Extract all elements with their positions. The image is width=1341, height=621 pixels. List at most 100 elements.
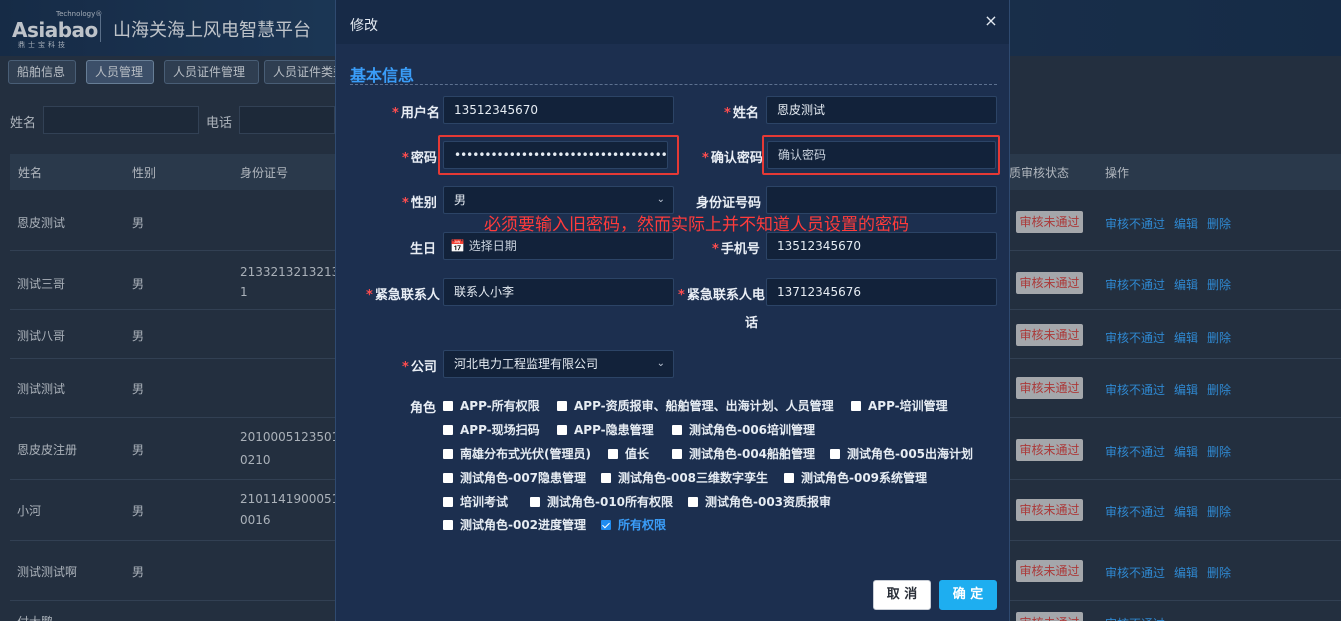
checkbox-box (443, 497, 453, 507)
role-checkbox[interactable]: 培训考试 (443, 493, 508, 510)
modal-header: 修改 × (336, 0, 1009, 44)
role-checkbox[interactable]: 测试角色-008三维数字孪生 (601, 469, 768, 486)
role-checkbox[interactable]: 测试角色-003资质报审 (688, 493, 831, 510)
confirm-password-highlight-box (762, 135, 1000, 175)
company-value: 河北电力工程监理有限公司 (454, 357, 599, 371)
role-checkbox[interactable]: 测试角色-006培训管理 (672, 421, 815, 438)
role-checkbox[interactable]: APP-培训管理 (851, 397, 948, 414)
modal-title: 修改 (350, 18, 378, 34)
company-label-text: 公司 (410, 360, 437, 375)
role-label: APP-现场扫码 (460, 423, 540, 437)
username-input[interactable]: 13512345670 (443, 96, 674, 124)
role-checkbox[interactable]: APP-隐患管理 (557, 421, 654, 438)
birthday-picker[interactable]: 📅 选择日期 (443, 232, 674, 260)
name-input[interactable]: 恩皮测试 (766, 96, 997, 124)
role-label: 测试角色-005出海计划 (847, 447, 974, 461)
emergency-phone-label: * 紧急联系人电 (678, 284, 765, 303)
calendar-icon: 📅 (450, 239, 465, 253)
company-label: * 公司 (402, 356, 437, 375)
password-label: * 密码 (402, 147, 437, 166)
checkbox-box (608, 449, 618, 459)
role-label: APP-所有权限 (460, 399, 540, 413)
role-label: 测试角色-007隐患管理 (460, 471, 587, 485)
required-mark: * (402, 360, 409, 375)
checkbox-box (688, 497, 698, 507)
emergency-contact-label-text: 紧急联系人 (374, 288, 440, 303)
checkbox-box (443, 425, 453, 435)
required-mark: * (402, 196, 409, 211)
confirm-password-label: * 确认密码 (702, 147, 763, 166)
edit-modal: 修改 × 基本信息 * 用户名 13512345670 * 姓名 恩皮测试 * 密码 … (335, 0, 1010, 621)
role-checkbox[interactable]: 测试角色-004船舶管理 (672, 445, 815, 462)
checkbox-box (557, 425, 567, 435)
password-label-text: 密码 (410, 151, 437, 166)
phone-label: * 手机号 (712, 238, 760, 257)
role-label: 培训考试 (460, 495, 509, 509)
close-icon[interactable]: × (982, 12, 1000, 30)
role-checkbox[interactable]: 值长 (608, 445, 649, 462)
checkbox-box (672, 449, 682, 459)
required-mark: * (392, 106, 399, 121)
phone-input[interactable]: 13512345670 (766, 232, 997, 260)
role-checkbox[interactable]: 测试角色-009系统管理 (784, 469, 927, 486)
emergency-phone-label-line2: 话 (745, 316, 759, 331)
checkbox-box (443, 520, 453, 530)
role-label: APP-资质报审、船舶管理、出海计划、人员管理 (574, 399, 834, 413)
role-checkbox[interactable]: 测试角色-010所有权限 (530, 493, 673, 510)
checkbox-box (784, 473, 794, 483)
company-select[interactable]: 河北电力工程监理有限公司 ⌄ (443, 350, 674, 378)
role-label: 测试角色-003资质报审 (705, 495, 832, 509)
birthday-placeholder: 选择日期 (468, 239, 517, 253)
required-mark: * (724, 106, 731, 121)
role-label: APP-隐患管理 (574, 423, 654, 437)
section-title: 基本信息 (350, 66, 415, 85)
role-label: APP-培训管理 (868, 399, 948, 413)
required-mark: * (702, 151, 709, 166)
role-checkbox[interactable]: 南雄分布式光伏(管理员) (443, 445, 591, 462)
section-divider (350, 84, 997, 85)
role-label: 所有权限 (618, 518, 667, 532)
role-label: 测试角色-008三维数字孪生 (618, 471, 769, 485)
checkbox-box (601, 473, 611, 483)
cancel-button[interactable]: 取 消 (873, 580, 931, 610)
checkbox-box (443, 473, 453, 483)
required-mark: * (678, 288, 685, 303)
role-label: 测试角色-010所有权限 (547, 495, 674, 509)
role-checkbox[interactable]: APP-所有权限 (443, 397, 540, 414)
password-highlight-box (438, 135, 679, 175)
username-label-text: 用户名 (400, 106, 440, 121)
role-label: 南雄分布式光伏(管理员) (460, 447, 591, 461)
name-label-text: 姓名 (732, 106, 759, 121)
role-checkbox[interactable]: 测试角色-005出海计划 (830, 445, 973, 462)
role-checkbox[interactable]: APP-现场扫码 (443, 421, 540, 438)
role-checkbox[interactable]: APP-资质报审、船舶管理、出海计划、人员管理 (557, 397, 834, 414)
role-checkbox[interactable]: 测试角色-007隐患管理 (443, 469, 586, 486)
checkbox-box (530, 497, 540, 507)
emergency-phone-label-line1: 紧急联系人电 (686, 288, 765, 303)
gender-value: 男 (454, 193, 467, 207)
emergency-contact-label: * 紧急联系人 (366, 284, 440, 303)
confirm-button[interactable]: 确 定 (939, 580, 997, 610)
name-label: * 姓名 (724, 102, 759, 121)
role-label: 测试角色-006培训管理 (689, 423, 816, 437)
gender-label-text: 性别 (410, 196, 437, 211)
required-mark: * (712, 242, 719, 257)
emergency-phone-input[interactable]: 13712345676 (766, 278, 997, 306)
role-label: 测试角色-009系统管理 (801, 471, 928, 485)
role-label: 测试角色-002进度管理 (460, 518, 587, 532)
emergency-contact-input[interactable]: 联系人小李 (443, 278, 674, 306)
birthday-label: 生日 (410, 242, 437, 257)
required-mark: * (402, 151, 409, 166)
role-checkbox-checked[interactable]: 所有权限 (601, 516, 666, 533)
role-checkbox[interactable]: 测试角色-002进度管理 (443, 516, 586, 533)
checkbox-box (557, 401, 567, 411)
role-label: 值长 (625, 447, 650, 461)
checkbox-box (443, 449, 453, 459)
username-label: * 用户名 (392, 102, 440, 121)
checkbox-box (851, 401, 861, 411)
roles-label: 角色 (410, 401, 437, 416)
checkbox-box (830, 449, 840, 459)
checkbox-checked-icon (601, 520, 611, 530)
id-number-label: 身份证号码 (696, 196, 762, 211)
checkbox-box (672, 425, 682, 435)
